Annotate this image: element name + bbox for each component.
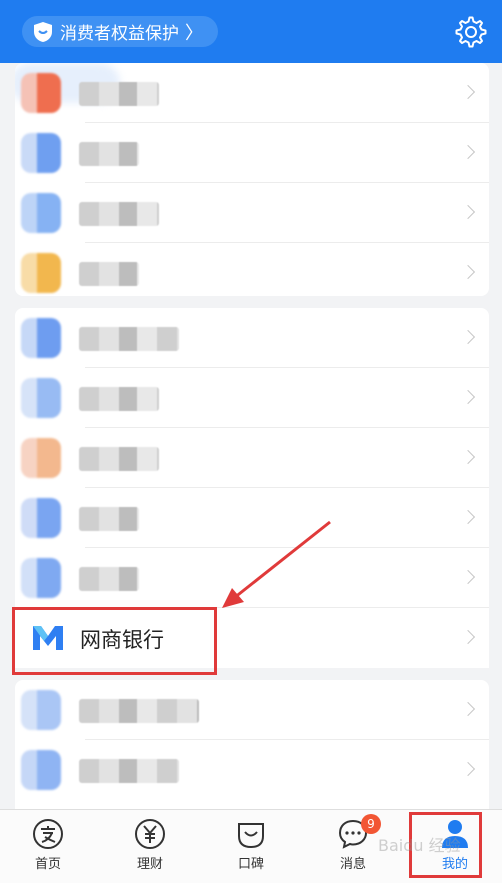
blurred-icon [21,690,61,730]
tab-label: 理财 [136,857,163,872]
chevron-right-icon [460,701,476,717]
watermark: Baidu 经验 [378,836,461,855]
alipay-icon [33,819,63,849]
list-item[interactable] [15,680,489,740]
chevron-right-icon [460,761,476,777]
blurred-label [79,759,179,783]
list-item[interactable] [15,740,489,800]
tab-home[interactable]: 首页 [18,816,78,878]
tab-label: 口碑 [237,857,264,872]
koubei-icon [238,823,264,849]
services-card-3 [15,680,489,809]
message-badge: 9 [361,814,381,834]
tab-messages[interactable]: 9 消息 [323,814,383,878]
yen-icon [135,819,165,849]
blurred-label [79,699,199,723]
tab-finance[interactable]: 理财 [120,816,180,878]
tab-label: 消息 [339,857,366,872]
tab-label: 首页 [34,857,61,872]
blurred-icon [21,750,61,790]
tab-koubei[interactable]: 口碑 [221,816,281,878]
